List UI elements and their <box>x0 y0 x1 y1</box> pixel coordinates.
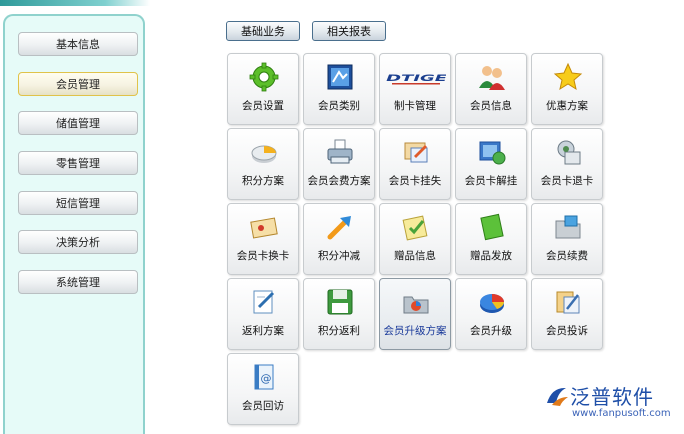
sidebar-item-sms[interactable]: 短信管理 <box>18 191 138 215</box>
sidebar-item-label: 会员管理 <box>56 78 100 91</box>
tile-member-settings[interactable]: 会员设置 <box>227 53 299 125</box>
category-icon <box>327 64 353 90</box>
brand-watermark: 泛普软件 www.fanpusoft.com <box>544 381 674 427</box>
tile-discount-plan[interactable]: 优惠方案 <box>531 53 603 125</box>
brand-url: www.fanpusoft.com <box>572 408 671 419</box>
tile-label: 会员卡退卡 <box>540 175 594 187</box>
tile-label: 会员升级 <box>470 325 512 337</box>
tile-points-plan[interactable]: 积分方案 <box>227 128 299 200</box>
notebook-icon <box>253 290 275 314</box>
window-top-strip <box>0 0 150 6</box>
sidebar-item-system[interactable]: 系统管理 <box>18 270 138 294</box>
folder-chart-icon <box>403 296 429 314</box>
tile-label: 返利方案 <box>242 325 284 337</box>
pie3d-icon <box>480 294 504 313</box>
related-reports-label: 相关报表 <box>327 25 371 38</box>
tile-points-rebate[interactable]: 积分返利 <box>303 278 375 350</box>
tile-label: 会员卡解挂 <box>464 175 518 187</box>
arrow-icon <box>327 216 351 240</box>
tile-member-category[interactable]: 会员类别 <box>303 53 375 125</box>
tile-label: 会员卡挂失 <box>388 175 442 187</box>
tile-label: 会员续费 <box>546 250 588 262</box>
tile-member-followup[interactable]: @ 会员回访 <box>227 353 299 425</box>
sidebar-item-label: 基本信息 <box>56 38 100 51</box>
tile-label: 会员升级方案 <box>383 325 447 337</box>
sidebar: 基本信息 会员管理 储值管理 零售管理 短信管理 决策分析 系统管理 <box>3 14 145 434</box>
tile-label: 会员卡换卡 <box>236 250 290 262</box>
tile-card-return[interactable]: 会员卡退卡 <box>531 128 603 200</box>
tile-member-upgrade[interactable]: 会员升级 <box>455 278 527 350</box>
users-icon <box>479 66 505 90</box>
star-icon <box>553 62 583 91</box>
sidebar-item-label: 决策分析 <box>56 236 100 249</box>
green-book-icon <box>480 213 504 241</box>
tile-card-swap[interactable]: 会员卡换卡 <box>227 203 299 275</box>
brand-logo-icon <box>547 387 568 406</box>
tile-member-info[interactable]: 会员信息 <box>455 53 527 125</box>
tile-label: 会员回访 <box>242 400 284 412</box>
related-reports-button[interactable]: 相关报表 <box>312 21 386 41</box>
tile-card-report-lost[interactable]: 会员卡挂失 <box>379 128 451 200</box>
tile-label: 会员类别 <box>318 100 360 112</box>
tile-label: 赠品发放 <box>470 250 512 262</box>
sidebar-item-label: 系统管理 <box>56 276 100 289</box>
tile-label: 积分冲减 <box>318 250 360 262</box>
hdtiger-logo-text: HDTIGER <box>386 73 446 83</box>
tile-label: 会员信息 <box>470 100 512 112</box>
card-return-icon <box>557 140 581 165</box>
folder-icon <box>555 215 581 239</box>
sidebar-item-label: 零售管理 <box>56 157 100 170</box>
sidebar-item-stored-value[interactable]: 储值管理 <box>18 111 138 135</box>
tile-label: 积分返利 <box>318 325 360 337</box>
tile-rebate-plan[interactable]: 返利方案 <box>227 278 299 350</box>
complaint-icon <box>556 291 580 314</box>
sidebar-item-decision-analysis[interactable]: 决策分析 <box>18 230 138 254</box>
tile-gift-info[interactable]: 赠品信息 <box>379 203 451 275</box>
email-book-icon: @ <box>254 364 274 390</box>
tile-label: 会员投诉 <box>546 325 588 337</box>
card-unlock-icon <box>479 141 506 165</box>
basic-business-label: 基础业务 <box>241 25 285 38</box>
sidebar-item-label: 储值管理 <box>56 117 100 130</box>
gear-icon <box>249 62 279 92</box>
tile-label: 会员会费方案 <box>307 175 371 187</box>
tile-card-unlock[interactable]: 会员卡解挂 <box>455 128 527 200</box>
tile-label: 会员设置 <box>242 100 284 112</box>
tile-member-complaint[interactable]: 会员投诉 <box>531 278 603 350</box>
card-lost-icon <box>404 142 428 163</box>
tile-points-deduct[interactable]: 积分冲减 <box>303 203 375 275</box>
tile-label: 优惠方案 <box>546 100 588 112</box>
printer-icon <box>327 139 353 164</box>
tile-card-making[interactable]: HDTIGER 制卡管理 <box>379 53 451 125</box>
card-swap-icon <box>250 217 278 239</box>
sidebar-item-retail[interactable]: 零售管理 <box>18 151 138 175</box>
floppy-icon <box>327 289 353 315</box>
tile-member-fee-plan[interactable]: 会员会费方案 <box>303 128 375 200</box>
pie-icon <box>251 145 277 163</box>
tile-gift-distribution[interactable]: 赠品发放 <box>455 203 527 275</box>
svg-text:@: @ <box>261 372 272 385</box>
tile-member-renewal[interactable]: 会员续费 <box>531 203 603 275</box>
tile-label: 制卡管理 <box>394 100 436 112</box>
tile-label: 积分方案 <box>242 175 284 187</box>
tile-member-upgrade-plan[interactable]: 会员升级方案 <box>379 278 451 350</box>
sidebar-item-label: 短信管理 <box>56 197 100 210</box>
gift-note-icon <box>402 215 428 241</box>
brand-name: 泛普软件 <box>570 385 654 409</box>
hdtiger-logo-icon: HDTIGER <box>386 73 446 85</box>
sidebar-item-basic-info[interactable]: 基本信息 <box>18 32 138 56</box>
basic-business-button[interactable]: 基础业务 <box>226 21 300 41</box>
tile-label: 赠品信息 <box>394 250 436 262</box>
sidebar-item-member-management[interactable]: 会员管理 <box>18 72 138 96</box>
